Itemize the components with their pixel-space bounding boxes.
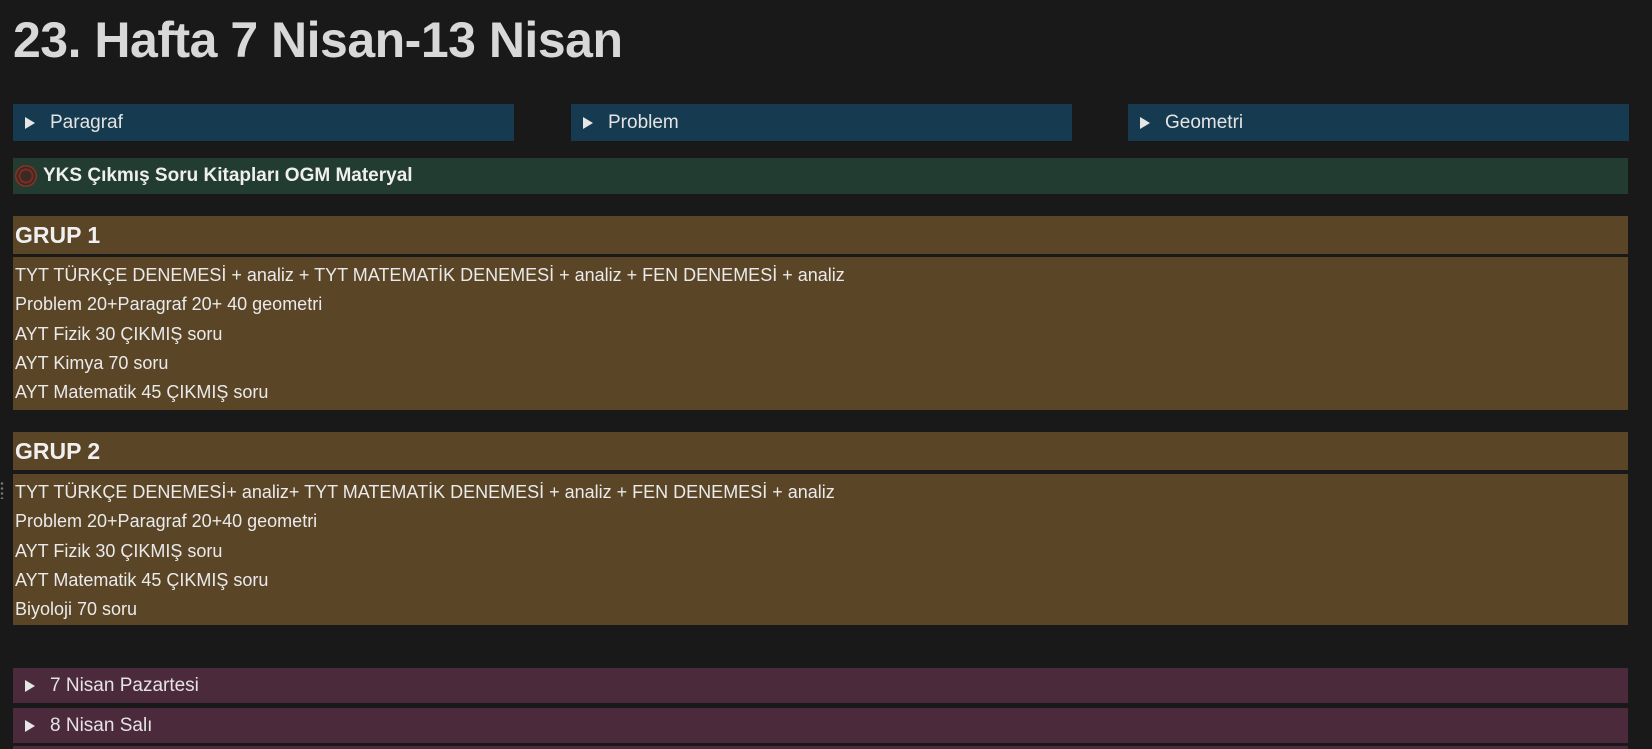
toggle-label: Paragraf	[50, 111, 123, 133]
list-item[interactable]: Problem 20+Paragraf 20+ 40 geometri	[15, 290, 1626, 319]
toggle-problem[interactable]: Problem	[571, 104, 1072, 141]
group-2-heading[interactable]: GRUP 2	[13, 432, 1628, 470]
group-1-heading[interactable]: GRUP 1	[13, 216, 1628, 254]
list-item[interactable]: TYT TÜRKÇE DENEMESİ + analiz + TYT MATEM…	[15, 261, 1626, 290]
list-item[interactable]: AYT Fizik 30 ÇIKMIŞ soru	[15, 537, 1626, 566]
page-title[interactable]: 23. Hafta 7 Nisan-13 Nisan	[13, 8, 623, 72]
drag-handle-icon[interactable]	[0, 481, 4, 499]
triangle-right-icon[interactable]	[583, 116, 593, 129]
group-2-body: TYT TÜRKÇE DENEMESİ+ analiz+ TYT MATEMAT…	[13, 474, 1628, 625]
subject-toggle-row: Paragraf Problem Geometri	[13, 104, 1630, 141]
list-item[interactable]: Problem 20+Paragraf 20+40 geometri	[15, 507, 1626, 536]
callout-link[interactable]: YKS Çıkmış Soru Kitapları OGM Materyal	[13, 158, 1628, 194]
triangle-right-icon[interactable]	[25, 719, 35, 732]
toggle-day-tuesday[interactable]: 8 Nisan Salı	[13, 708, 1628, 743]
notion-page: 23. Hafta 7 Nisan-13 Nisan Paragraf Prob…	[0, 0, 1652, 749]
toggle-label: 8 Nisan Salı	[50, 714, 153, 736]
list-item[interactable]: AYT Matematik 45 ÇIKMIŞ soru	[15, 378, 1626, 407]
triangle-right-icon[interactable]	[25, 679, 35, 692]
list-item[interactable]: AYT Matematik 45 ÇIKMIŞ soru	[15, 566, 1626, 595]
toggle-label: Geometri	[1165, 111, 1244, 133]
list-item[interactable]: TYT TÜRKÇE DENEMESİ+ analiz+ TYT MATEMAT…	[15, 478, 1626, 507]
triangle-right-icon[interactable]	[25, 116, 35, 129]
toggle-label: 7 Nisan Pazartesi	[50, 674, 199, 696]
globe-icon	[15, 165, 37, 187]
list-item[interactable]: Biyoloji 70 soru	[15, 595, 1626, 624]
triangle-right-icon[interactable]	[1140, 116, 1150, 129]
callout-text[interactable]: YKS Çıkmış Soru Kitapları OGM Materyal	[43, 165, 413, 187]
list-item[interactable]: AYT Fizik 30 ÇIKMIŞ soru	[15, 320, 1626, 349]
toggle-label: Problem	[608, 111, 679, 133]
toggle-paragraf[interactable]: Paragraf	[13, 104, 514, 141]
toggle-day-monday[interactable]: 7 Nisan Pazartesi	[13, 668, 1628, 703]
toggle-geometri[interactable]: Geometri	[1128, 104, 1629, 141]
list-item[interactable]: AYT Kimya 70 soru	[15, 349, 1626, 378]
group-1-body: TYT TÜRKÇE DENEMESİ + analiz + TYT MATEM…	[13, 257, 1628, 410]
